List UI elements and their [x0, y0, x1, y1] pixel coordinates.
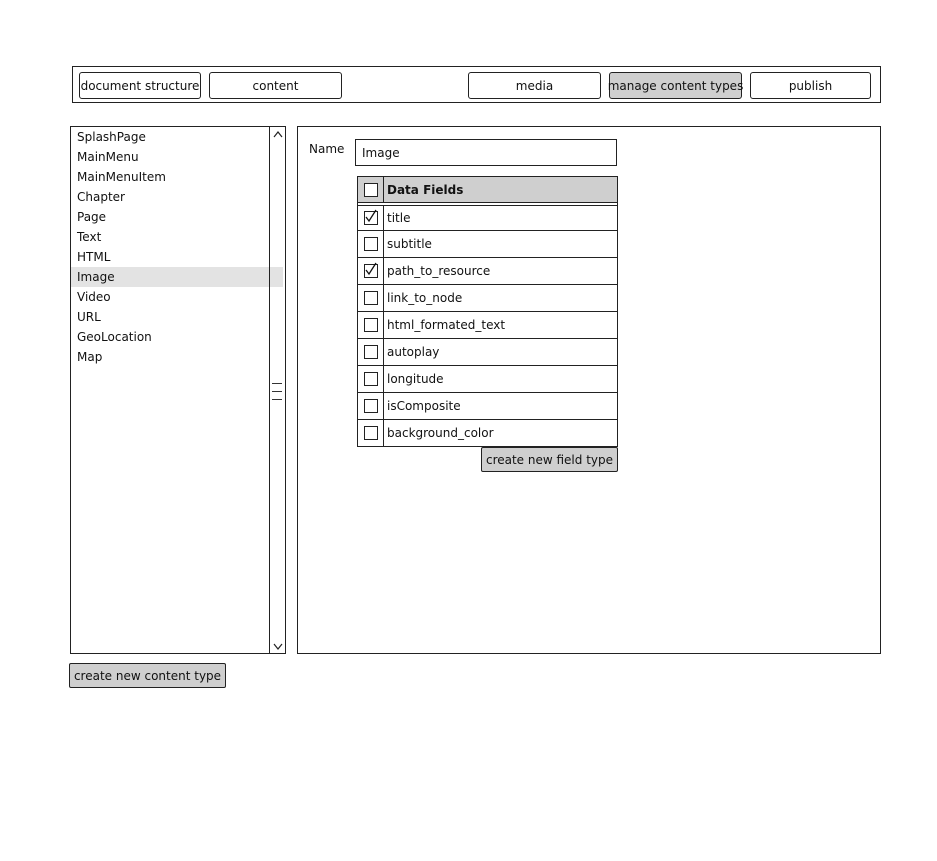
content-type-list[interactable]: SplashPage MainMenu MainMenuItem Chapter Pag… [70, 126, 286, 654]
tab-document-structure[interactable]: document structure [79, 72, 201, 99]
field-checkbox[interactable] [363, 318, 378, 332]
field-checkbox-cell [358, 258, 384, 284]
content-type-item[interactable]: GeoLocation [71, 327, 283, 347]
field-label: title [387, 210, 411, 225]
checkmark-icon [364, 209, 377, 222]
chevron-down-icon[interactable] [270, 639, 285, 653]
create-new-content-type-button[interactable]: create new content type [69, 663, 226, 688]
create-new-field-type-button[interactable]: create new field type [481, 447, 618, 472]
main-tab-bar: document structure content media manage … [72, 66, 881, 103]
name-input[interactable] [355, 139, 617, 166]
field-label: link_to_node [387, 291, 463, 305]
content-type-item[interactable]: URL [71, 307, 283, 327]
data-field-row: path_to_resource [358, 257, 617, 284]
field-checkbox-cell [358, 339, 384, 365]
scrollbar-thumb[interactable] [272, 376, 282, 402]
field-checkbox[interactable] [363, 399, 378, 413]
data-field-row: longitude [358, 365, 617, 392]
data-field-row: link_to_node [358, 284, 617, 311]
field-checkbox[interactable] [363, 291, 378, 305]
content-type-item[interactable]: MainMenuItem [71, 167, 283, 187]
data-field-row: title [358, 203, 617, 230]
field-checkbox[interactable] [363, 262, 378, 278]
field-checkbox[interactable] [363, 426, 378, 440]
tab-content[interactable]: content [209, 72, 342, 99]
content-type-item[interactable]: Map [71, 347, 283, 367]
field-checkbox-cell [358, 231, 384, 257]
field-checkbox-cell [358, 205, 384, 230]
content-type-item[interactable]: Page [71, 207, 283, 227]
field-checkbox-cell [358, 420, 384, 446]
tab-manage-content-types[interactable]: manage content types [608, 72, 743, 99]
field-label: background_color [387, 426, 494, 440]
field-label: longitude [387, 372, 444, 386]
data-fields-header: Data Fields [358, 177, 617, 203]
content-type-item[interactable]: Image [71, 267, 283, 287]
checkmark-icon [364, 262, 377, 276]
data-field-row: html_formated_text [358, 311, 617, 338]
chevron-up-icon[interactable] [270, 127, 285, 141]
tab-publish[interactable]: publish [750, 72, 871, 99]
data-field-row: autoplay [358, 338, 617, 365]
field-checkbox[interactable] [363, 237, 378, 251]
content-type-items: SplashPage MainMenu MainMenuItem Chapter Pag… [71, 127, 283, 367]
select-all-cell [358, 177, 384, 202]
content-type-item[interactable]: Chapter [71, 187, 283, 207]
name-label: Name [309, 142, 345, 156]
field-checkbox-cell [358, 285, 384, 311]
tab-media[interactable]: media [468, 72, 601, 99]
field-checkbox-cell [358, 366, 384, 392]
content-type-item[interactable]: Text [71, 227, 283, 247]
content-type-item[interactable]: Video [71, 287, 283, 307]
content-type-detail-panel: Name Data Fields title subtitle path_to_re… [297, 126, 881, 654]
list-scrollbar[interactable] [269, 127, 285, 653]
content-type-item[interactable]: SplashPage [71, 127, 283, 147]
field-label: html_formated_text [387, 318, 506, 332]
field-label: subtitle [387, 237, 432, 251]
field-checkbox-cell [358, 393, 384, 419]
content-type-item[interactable]: HTML [71, 247, 283, 267]
data-fields-header-label: Data Fields [387, 182, 464, 197]
select-all-checkbox[interactable] [363, 182, 378, 197]
field-checkbox-cell [358, 312, 384, 338]
field-checkbox[interactable] [363, 372, 378, 386]
content-type-item[interactable]: MainMenu [71, 147, 283, 167]
data-field-row: subtitle [358, 230, 617, 257]
field-label: autoplay [387, 345, 440, 359]
field-label: isComposite [387, 399, 461, 413]
field-checkbox[interactable] [363, 209, 378, 225]
data-field-row: background_color [358, 419, 617, 446]
data-fields-table: Data Fields title subtitle path_to_resourc… [357, 176, 618, 447]
data-field-row: isComposite [358, 392, 617, 419]
field-label: path_to_resource [387, 264, 491, 278]
field-checkbox[interactable] [363, 345, 378, 359]
